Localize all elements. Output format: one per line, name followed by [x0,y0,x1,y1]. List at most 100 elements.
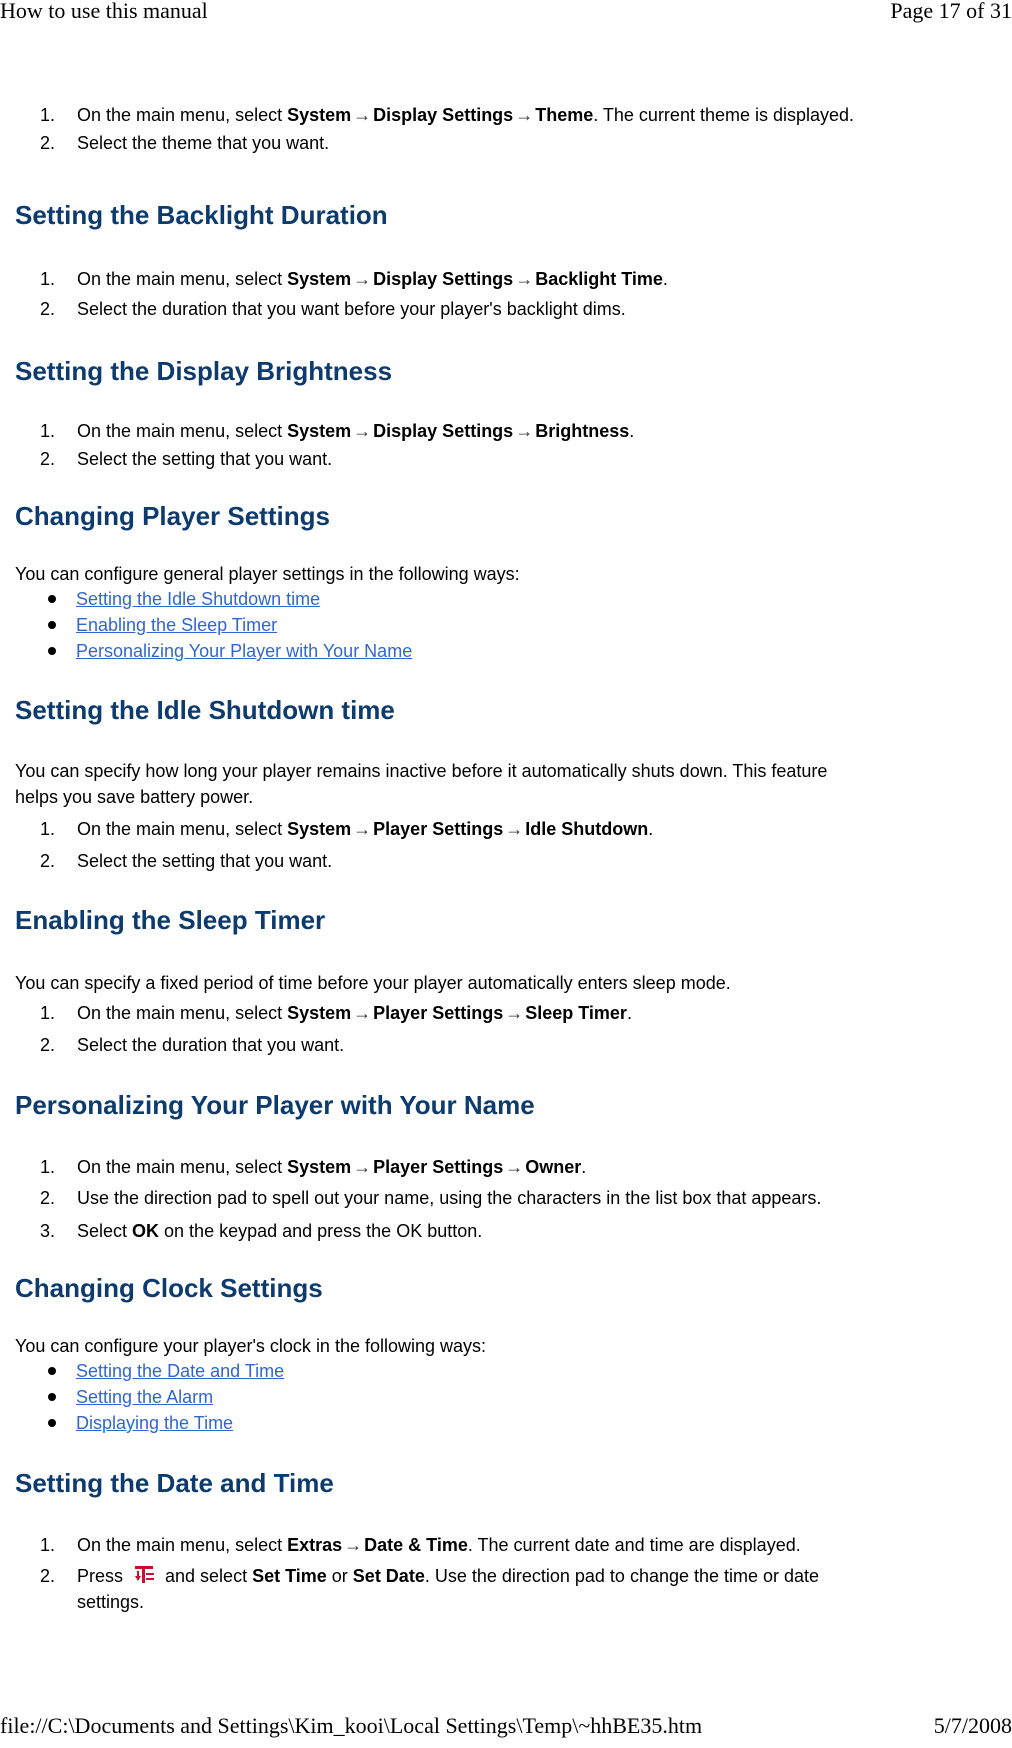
section-heading: Setting the Display Brightness [15,356,393,386]
arrow-icon: → [353,1157,372,1177]
step-suffix: . Use the direction pad to change the ti… [424,1566,820,1586]
file-path: file://C:\Documents and Settings\Kim_koo… [0,1713,703,1738]
bullet-icon [48,621,56,629]
menu-path-item: Date & Time [364,1535,468,1555]
bullet-icon [48,1393,56,1401]
section-heading: Personalizing Your Player with Your Name [15,1090,535,1120]
step-lead: On the main menu, select [77,1157,288,1177]
section-heading: Setting the Backlight Duration [15,200,388,230]
menu-options-icon [132,1565,156,1585]
link-sleep-timer[interactable]: Enabling the Sleep Timer [76,612,277,638]
bold-term: Set Time [252,1566,327,1586]
step-number: 1. [40,819,56,839]
step-number: 2. [40,851,56,871]
link-date-time[interactable]: Setting the Date and Time [76,1358,284,1384]
menu-path-item: Idle Shutdown [525,819,649,839]
section-intro: You can specify a fixed period of time b… [15,973,731,993]
section-heading: Setting the Date and Time [15,1468,334,1498]
link-personalizing[interactable]: Personalizing Your Player with Your Name [76,638,412,664]
arrow-icon: → [353,105,372,125]
arrow-icon: → [353,269,372,289]
arrow-icon: → [505,1157,524,1177]
intro-line: You can specify how long your player rem… [15,761,828,781]
step-suffix: on the keypad and press the OK button. [159,1221,483,1241]
page-header-title: How to use this manual [0,0,208,23]
step-lead: On the main menu, select [77,819,288,839]
step-text: Select the duration that you want. [77,1035,345,1055]
step-lead: On the main menu, select [77,105,288,125]
section-heading: Setting the Idle Shutdown time [15,695,395,725]
step-suffix: . [581,1157,587,1177]
bullet-icon [48,595,56,603]
step-suffix: . [648,819,654,839]
step-text: On the main menu, select System → Display … [77,418,957,444]
menu-path-item: Extras [287,1535,343,1555]
step-text: On the main menu, select System → Display … [77,102,957,128]
arrow-icon: → [505,1003,524,1023]
step-text: Select the duration that you want before… [77,299,626,319]
step-number: 1. [40,1157,56,1177]
section-intro: You can configure general player setting… [15,564,520,584]
step-number: 1. [40,1003,56,1023]
step-number: 2. [40,133,56,153]
intro-line: helps you save battery power. [15,787,254,807]
step-suffix: . [626,1003,632,1023]
step-lead: On the main menu, select [77,269,288,289]
link-displaying-time[interactable]: Displaying the Time [76,1410,233,1436]
step-text: Select the setting that you want. [77,449,333,469]
step-number: 2. [40,449,56,469]
step-lead: On the main menu, select [77,1535,288,1555]
step-text: Press and select Set Time or Set Date. U… [77,1563,957,1615]
step-text: On the main menu, select System → Player S… [77,816,957,842]
step-text: Select OK on the keypad and press the OK… [77,1218,957,1244]
step-number: 1. [40,105,56,125]
arrow-icon: → [515,269,534,289]
step-suffix: . [662,269,668,289]
link-alarm[interactable]: Setting the Alarm [76,1384,213,1410]
menu-path-item: Display Settings [373,269,514,289]
step-text: On the main menu, select Extras → Date & T… [77,1532,957,1558]
step-lead: On the main menu, select [77,421,288,441]
step-suffix: . The current date and time are displaye… [467,1535,801,1555]
step-number: 2. [40,299,56,319]
step-number: 2. [40,1035,56,1055]
list-item: 2. Press and select Set Time or Set Date… [40,1563,980,1619]
step-mid: or [326,1566,353,1586]
step-number: 1. [40,1535,56,1555]
arrow-icon: → [505,819,524,839]
menu-path-item: System [287,1157,352,1177]
step-number: 2. [40,1566,56,1586]
section-intro: You can specify how long your player rem… [15,758,975,810]
step-lead: Press [77,1566,129,1586]
menu-path-item: Brightness [535,421,630,441]
arrow-icon: → [353,819,372,839]
menu-path-item: Sleep Timer [525,1003,627,1023]
link-idle-shutdown[interactable]: Setting the Idle Shutdown time [76,586,320,612]
page-number: Page 17 of 31 [890,0,1012,23]
menu-path-item: System [287,421,352,441]
menu-path-item: Theme [535,105,594,125]
print-date: 5/7/2008 [933,1713,1012,1738]
bullet-icon [48,647,56,655]
menu-path-item: Display Settings [373,421,514,441]
menu-path-item: System [287,105,352,125]
step-text: On the main menu, select System → Player S… [77,1154,957,1180]
menu-path-item: Backlight Time [535,269,663,289]
menu-path-item: Player Settings [373,819,504,839]
bold-term: OK [132,1221,160,1241]
step-text: Select the setting that you want. [77,851,333,871]
step-text: Select the theme that you want. [77,133,330,153]
arrow-icon: → [515,421,534,441]
step-lead: Select [77,1221,133,1241]
step-number: 1. [40,269,56,289]
step-number: 1. [40,421,56,441]
menu-path-item: Display Settings [373,105,514,125]
menu-path-item: Player Settings [373,1157,504,1177]
step-mid: and select [160,1566,253,1586]
step-number: 2. [40,1188,56,1208]
arrow-icon: → [353,1003,372,1023]
section-heading: Enabling the Sleep Timer [15,905,326,935]
step-text: On the main menu, select System → Display … [77,266,957,292]
step-text: On the main menu, select System → Player S… [77,1000,957,1026]
menu-path-item: System [287,819,352,839]
